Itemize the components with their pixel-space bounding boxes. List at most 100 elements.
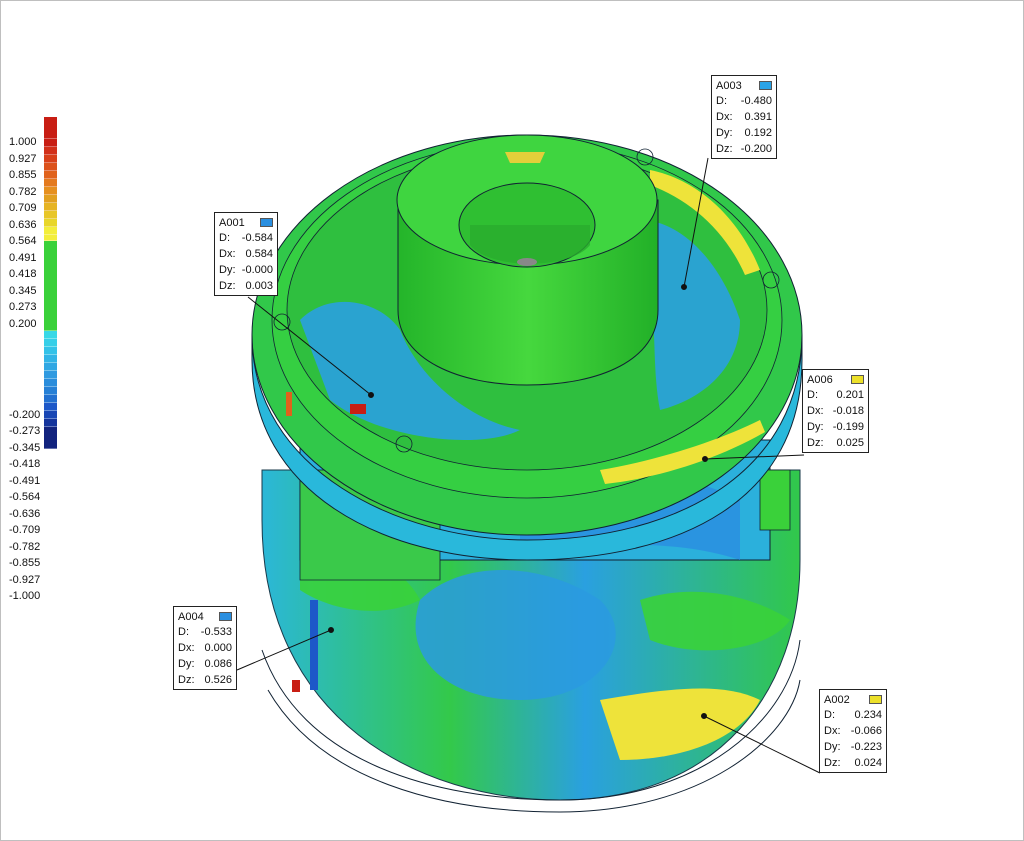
callout-dz: -0.200 (740, 143, 772, 155)
callout-a003[interactable]: A003 D: -0.480 Dx: 0.391 Dy: 0.192 Dz: -0.20… (711, 75, 777, 159)
callout-key: Dz: (807, 437, 824, 449)
color-scale-segment (44, 387, 57, 395)
callout-id: A002 (824, 693, 850, 706)
callout-key: Dx: (824, 725, 841, 737)
callout-d: 0.201 (836, 389, 864, 401)
callout-dx: -0.018 (832, 405, 864, 417)
callout-swatch (851, 375, 864, 384)
color-scale-segment (44, 219, 57, 227)
callout-key: Dz: (824, 757, 841, 769)
callout-dx: -0.066 (850, 725, 882, 737)
color-scale-segment (44, 117, 57, 139)
color-scale-segment (44, 403, 57, 411)
callout-swatch (869, 695, 882, 704)
callout-key: Dx: (716, 111, 733, 123)
central-hub (396, 134, 659, 386)
color-scale-segment (44, 163, 57, 171)
callout-key: D: (716, 95, 727, 107)
callout-id: A001 (219, 216, 245, 229)
color-scale-segment (44, 195, 57, 203)
callout-swatch (219, 612, 232, 621)
color-scale-segment (44, 355, 57, 363)
callout-swatch (759, 81, 772, 90)
callout-key: Dx: (178, 642, 195, 654)
color-scale-segment (44, 339, 57, 347)
callout-d: 0.234 (854, 709, 882, 721)
callout-dz: 0.003 (245, 280, 273, 292)
callout-key: D: (824, 709, 835, 721)
callout-dz: 0.526 (204, 674, 232, 686)
color-scale-segment (44, 395, 57, 403)
color-scale-segment (44, 179, 57, 187)
scale-label: 1.000 (9, 136, 37, 148)
color-scale-segment (44, 379, 57, 387)
callout-dy: -0.000 (241, 264, 273, 276)
scale-label: -0.491 (9, 475, 41, 487)
scale-label: 0.200 (9, 318, 37, 330)
color-scale-segment (44, 411, 57, 419)
color-scale-segment (44, 155, 57, 163)
callout-dy: 0.086 (204, 658, 232, 670)
scale-label: -0.782 (9, 541, 41, 553)
scale-label: 0.636 (9, 219, 37, 231)
color-scale-segment (44, 147, 57, 155)
callout-key: Dy: (716, 127, 733, 139)
scale-label: 0.491 (9, 252, 37, 264)
callout-dz: 0.025 (836, 437, 864, 449)
callout-key: D: (178, 626, 189, 638)
callout-key: Dz: (219, 280, 236, 292)
callout-a001[interactable]: A001 D: -0.584 Dx: 0.584 Dy: -0.000 Dz: 0.00… (214, 212, 278, 296)
scale-label: 0.418 (9, 268, 37, 280)
callout-dx: 0.000 (204, 642, 232, 654)
color-scale-segment (44, 331, 57, 339)
color-scale-segment (44, 203, 57, 211)
callout-key: D: (807, 389, 818, 401)
callout-key: Dz: (178, 674, 195, 686)
scale-label: -0.927 (9, 574, 41, 586)
scale-label: -1.000 (9, 590, 41, 602)
callout-dz: 0.024 (854, 757, 882, 769)
color-scale-segment (44, 171, 57, 179)
callout-a006[interactable]: A006 D: 0.201 Dx: -0.018 Dy: -0.199 Dz: 0.02… (802, 369, 869, 453)
callout-key: Dy: (807, 421, 824, 433)
color-scale-segment (44, 347, 57, 355)
callout-id: A004 (178, 610, 204, 623)
color-scale-bar (44, 117, 57, 449)
callout-d: -0.533 (200, 626, 232, 638)
callout-a002[interactable]: A002 D: 0.234 Dx: -0.066 Dy: -0.223 Dz: 0.02… (819, 689, 887, 773)
scale-label: -0.564 (9, 491, 41, 503)
scale-label: 0.855 (9, 169, 37, 181)
color-scale-segment (44, 371, 57, 379)
callout-key: D: (219, 232, 230, 244)
callout-dx: 0.391 (744, 111, 772, 123)
callout-key: Dy: (824, 741, 841, 753)
scale-label: -0.855 (9, 557, 41, 569)
color-scale-segment (44, 211, 57, 219)
callout-a004[interactable]: A004 D: -0.533 Dx: 0.000 Dy: 0.086 Dz: 0.526 (173, 606, 237, 690)
callout-key: Dy: (219, 264, 236, 276)
scale-label: -0.418 (9, 458, 41, 470)
scale-label: 0.709 (9, 202, 37, 214)
scale-label: -0.709 (9, 524, 41, 536)
callout-id: A003 (716, 79, 742, 92)
color-scale-segment (44, 187, 57, 195)
scale-label: 0.782 (9, 186, 37, 198)
scale-label: 0.345 (9, 285, 37, 297)
callout-key: Dy: (178, 658, 195, 670)
color-scale-segment (44, 363, 57, 371)
color-scale-segment (44, 139, 57, 147)
color-scale-segment (44, 241, 57, 331)
callout-key: Dz: (716, 143, 733, 155)
scale-label: -0.200 (9, 409, 41, 421)
color-scale-segment (44, 227, 57, 235)
callout-dx: 0.584 (245, 248, 273, 260)
scale-label: 0.927 (9, 153, 37, 165)
callout-d: -0.584 (241, 232, 273, 244)
scale-label: 0.273 (9, 301, 37, 313)
callout-key: Dx: (807, 405, 824, 417)
scale-label: -0.345 (9, 442, 41, 454)
callout-d: -0.480 (740, 95, 772, 107)
callout-dy: -0.223 (850, 741, 882, 753)
callout-dy: 0.192 (744, 127, 772, 139)
callout-swatch (260, 218, 273, 227)
